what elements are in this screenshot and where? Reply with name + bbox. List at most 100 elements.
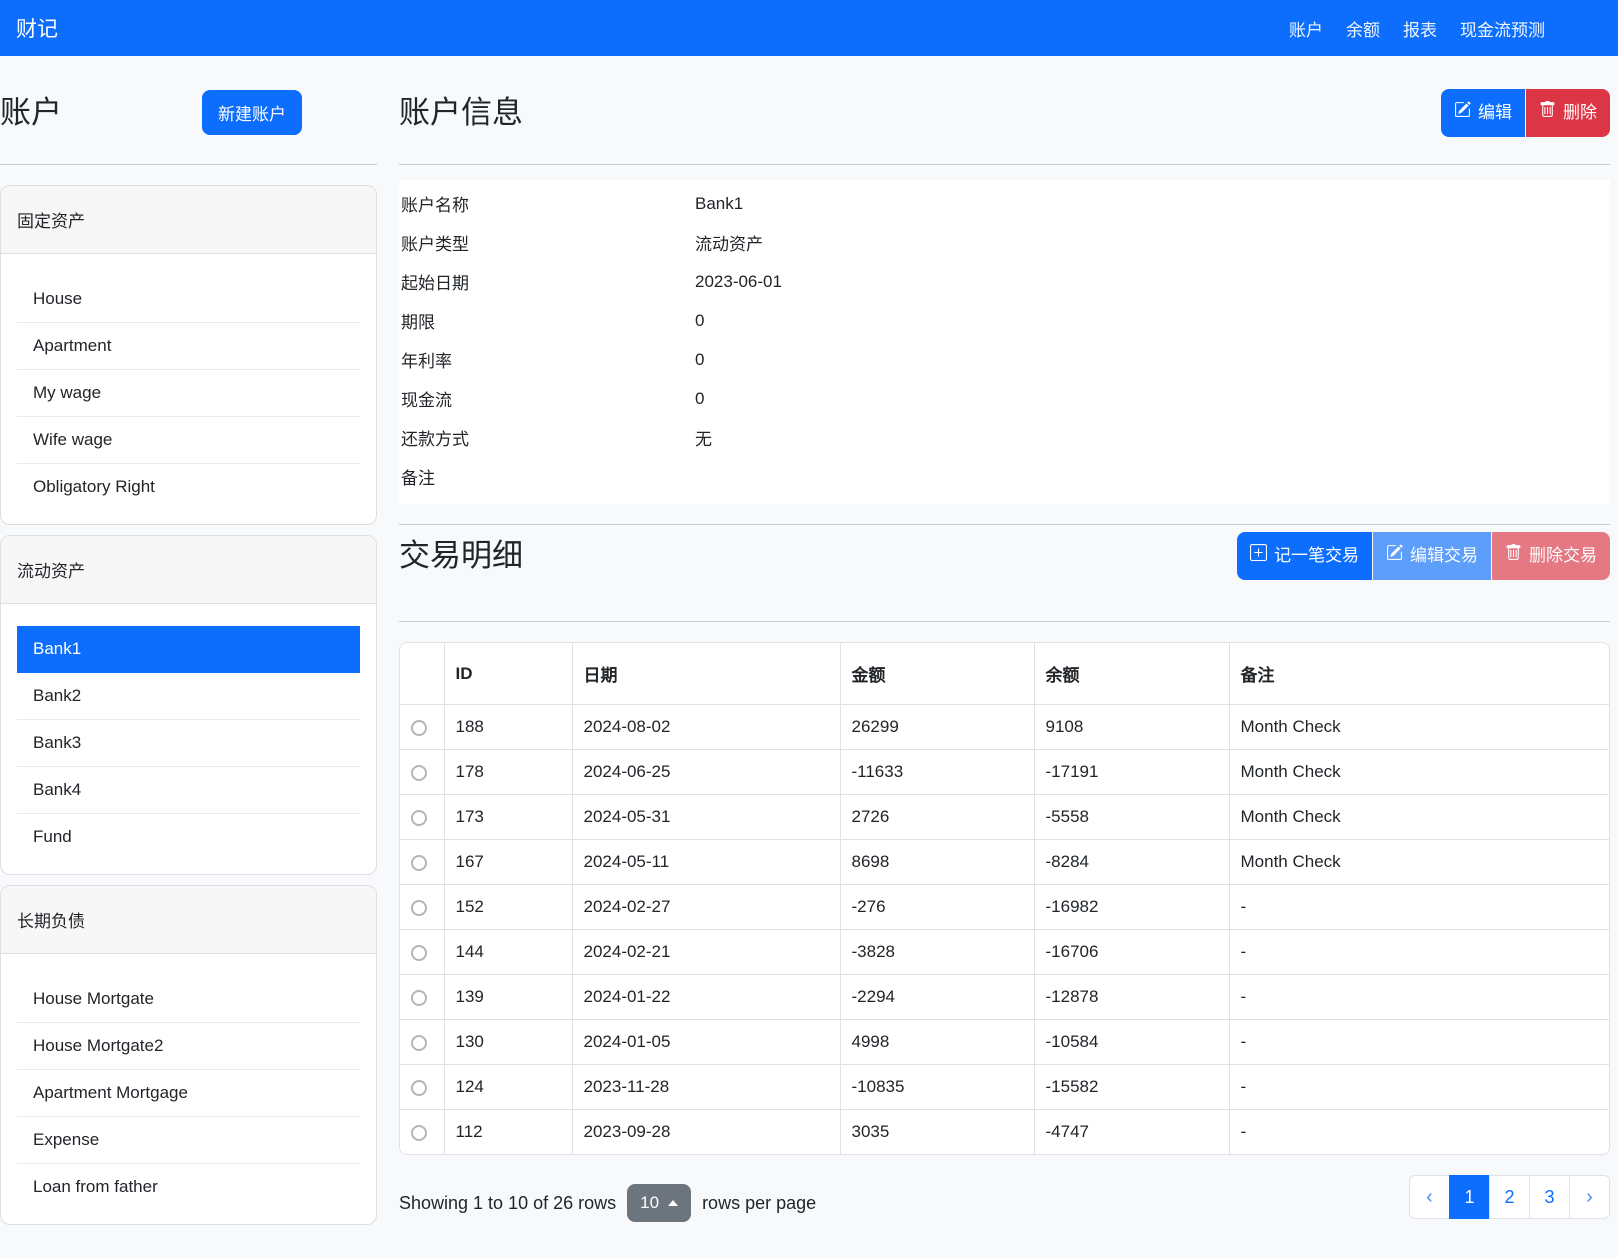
table-row: 1782024-06-25-11633-17191Month Check: [400, 750, 1609, 795]
table-row: 1672024-05-118698-8284Month Check: [400, 840, 1609, 885]
app-brand[interactable]: 财记: [16, 13, 58, 43]
pagination-prev[interactable]: ‹: [1409, 1175, 1450, 1219]
row-select-radio[interactable]: [411, 1125, 427, 1141]
pencil-square-icon: [1454, 101, 1471, 125]
section-divider: [399, 164, 1610, 165]
edit-account-label: 编辑: [1478, 101, 1512, 125]
cell-remark: -: [1229, 930, 1609, 975]
table-row: 1122023-09-283035-4747-: [400, 1110, 1609, 1155]
sidebar-item-my-wage[interactable]: My wage: [17, 370, 360, 417]
row-select-radio[interactable]: [411, 855, 427, 871]
sidebar-item-bank1[interactable]: Bank1: [17, 626, 360, 673]
column-header-金额: 金额: [840, 643, 1034, 705]
cell-date: 2024-05-31: [572, 795, 840, 840]
transactions-table-container: ID日期金额余额备注 1882024-08-02262999108Month C…: [399, 642, 1610, 1155]
sidebar-item-fund[interactable]: Fund: [17, 814, 360, 860]
pagination-page-2[interactable]: 2: [1489, 1175, 1530, 1219]
trash-icon: [1505, 544, 1522, 568]
pagination: ‹123›: [1409, 1175, 1610, 1219]
row-select-radio[interactable]: [411, 765, 427, 781]
row-select-cell: [400, 840, 444, 885]
edit-account-button[interactable]: 编辑: [1441, 89, 1525, 137]
field-label: 起始日期: [401, 269, 695, 294]
pagination-page-1[interactable]: 1: [1449, 1175, 1490, 1219]
sidebar-item-bank4[interactable]: Bank4: [17, 767, 360, 814]
account-info-row: 备注: [399, 457, 1610, 496]
sidebar-item-house[interactable]: House: [17, 276, 360, 323]
account-group-card: 流动资产Bank1Bank2Bank3Bank4Fund: [0, 535, 377, 875]
sidebar-item-apartment[interactable]: Apartment: [17, 323, 360, 370]
sidebar-item-house-mortgate2[interactable]: House Mortgate2: [17, 1023, 360, 1070]
page-size-value: 10: [640, 1193, 659, 1213]
row-select-cell: [400, 795, 444, 840]
row-select-radio[interactable]: [411, 1035, 427, 1051]
edit-transaction-button[interactable]: 编辑交易: [1373, 532, 1491, 580]
top-navbar: 财记 账户余额报表现金流预测: [0, 0, 1618, 56]
pagination-page-3[interactable]: 3: [1529, 1175, 1570, 1219]
nav-link-账户[interactable]: 账户: [1289, 16, 1323, 41]
showing-rows-text: Showing 1 to 10 of 26 rows: [399, 1193, 616, 1214]
cell-date: 2024-02-21: [572, 930, 840, 975]
nav-link-报表[interactable]: 报表: [1403, 16, 1437, 41]
delete-transaction-button[interactable]: 删除交易: [1492, 532, 1610, 580]
row-select-cell: [400, 1065, 444, 1110]
sidebar-item-bank3[interactable]: Bank3: [17, 720, 360, 767]
field-label: 现金流: [401, 386, 695, 411]
sidebar-item-expense[interactable]: Expense: [17, 1117, 360, 1164]
rows-per-page-text: rows per page: [702, 1193, 816, 1214]
sidebar-item-loan-from-father[interactable]: Loan from father: [17, 1164, 360, 1210]
cell-id: 188: [444, 705, 572, 750]
row-select-cell: [400, 885, 444, 930]
cell-id: 173: [444, 795, 572, 840]
new-account-button[interactable]: 新建账户: [202, 90, 302, 135]
row-select-radio[interactable]: [411, 1080, 427, 1096]
page-size-dropdown[interactable]: 10: [627, 1184, 691, 1222]
sidebar-item-apartment-mortgage[interactable]: Apartment Mortgage: [17, 1070, 360, 1117]
row-select-radio[interactable]: [411, 900, 427, 916]
cell-balance: 9108: [1034, 705, 1229, 750]
table-row: 1302024-01-054998-10584-: [400, 1020, 1609, 1065]
cell-remark: Month Check: [1229, 750, 1609, 795]
add-transaction-button[interactable]: 记一笔交易: [1237, 532, 1372, 580]
cell-balance: -12878: [1034, 975, 1229, 1020]
account-info-title: 账户信息: [399, 95, 523, 131]
field-label: 备注: [401, 464, 695, 489]
sidebar-item-wife-wage[interactable]: Wife wage: [17, 417, 360, 464]
section-divider: [399, 621, 1610, 622]
account-list: House MortgateHouse Mortgate2Apartment M…: [17, 976, 360, 1210]
sidebar-item-bank2[interactable]: Bank2: [17, 673, 360, 720]
delete-account-button[interactable]: 删除: [1526, 89, 1610, 137]
cell-remark: Month Check: [1229, 795, 1609, 840]
account-group-card: 固定资产HouseApartmentMy wageWife wageObliga…: [0, 185, 377, 525]
row-select-cell: [400, 750, 444, 795]
nav-link-余额[interactable]: 余额: [1346, 16, 1380, 41]
column-header-ID: ID: [444, 643, 572, 705]
pagination-next[interactable]: ›: [1569, 1175, 1610, 1219]
column-header-余额: 余额: [1034, 643, 1229, 705]
row-select-radio[interactable]: [411, 990, 427, 1006]
delete-account-label: 删除: [1563, 101, 1597, 125]
field-label: 还款方式: [401, 425, 695, 450]
delete-transaction-label: 删除交易: [1529, 544, 1597, 568]
account-groups: 固定资产HouseApartmentMy wageWife wageObliga…: [0, 185, 377, 1225]
cell-balance: -5558: [1034, 795, 1229, 840]
cell-id: 139: [444, 975, 572, 1020]
edit-transaction-label: 编辑交易: [1410, 544, 1478, 568]
cell-balance: -15582: [1034, 1065, 1229, 1110]
row-select-radio[interactable]: [411, 720, 427, 736]
cell-id: 130: [444, 1020, 572, 1065]
row-select-radio[interactable]: [411, 810, 427, 826]
nav-link-现金流预测[interactable]: 现金流预测: [1460, 16, 1545, 41]
account-info-list: 账户名称Bank1账户类型流动资产起始日期2023-06-01期限0年利率0现金…: [399, 180, 1610, 504]
cell-id: 144: [444, 930, 572, 975]
cell-date: 2024-05-11: [572, 840, 840, 885]
sidebar-item-house-mortgate[interactable]: House Mortgate: [17, 976, 360, 1023]
row-select-radio[interactable]: [411, 945, 427, 961]
cell-amount: -2294: [840, 975, 1034, 1020]
sidebar-item-obligatory-right[interactable]: Obligatory Right: [17, 464, 360, 510]
field-value: 2023-06-01: [695, 272, 1610, 292]
cell-id: 124: [444, 1065, 572, 1110]
field-label: 期限: [401, 308, 695, 333]
cell-amount: -11633: [840, 750, 1034, 795]
row-select-cell: [400, 1110, 444, 1155]
